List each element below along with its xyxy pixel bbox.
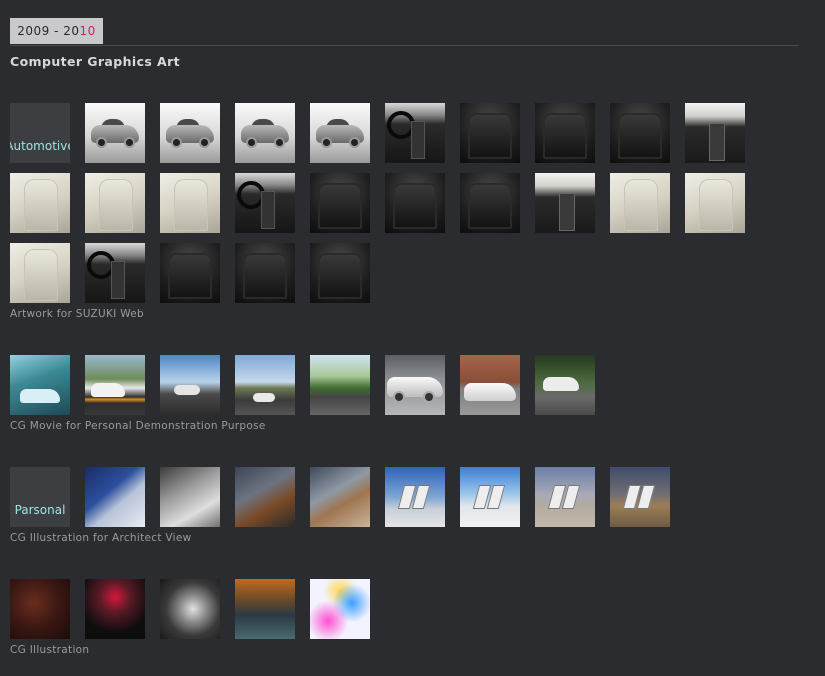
thumbnail[interactable] — [385, 173, 445, 233]
year-prefix: 2009 - 20 — [17, 24, 80, 38]
thumbnail[interactable] — [310, 355, 370, 415]
thumbnail[interactable] — [235, 103, 295, 163]
thumbnail[interactable] — [160, 243, 220, 303]
thumbnail[interactable] — [385, 467, 445, 527]
thumbnail[interactable] — [10, 579, 70, 639]
thumbnail[interactable] — [535, 103, 595, 163]
thumbnail[interactable] — [10, 243, 70, 303]
thumbnail[interactable] — [460, 103, 520, 163]
thumbnail[interactable] — [235, 579, 295, 639]
thumbnail[interactable] — [685, 173, 745, 233]
thumbnail[interactable] — [535, 355, 595, 415]
thumbnail[interactable] — [85, 467, 145, 527]
thumbnail[interactable] — [160, 579, 220, 639]
thumbnail[interactable] — [535, 467, 595, 527]
thumbnail[interactable] — [385, 103, 445, 163]
thumbnail[interactable] — [460, 467, 520, 527]
thumbnail[interactable] — [385, 355, 445, 415]
thumbnail[interactable] — [535, 173, 595, 233]
thumbnail[interactable] — [160, 355, 220, 415]
thumbnail[interactable] — [85, 579, 145, 639]
thumbnail[interactable] — [310, 243, 370, 303]
header-divider — [10, 45, 799, 46]
caption-cg-movie: CG Movie for Personal Demonstration Purp… — [10, 420, 266, 432]
caption-cg-illustration: CG Illustration — [10, 644, 90, 656]
category-label-automotive[interactable]: Automotive — [10, 103, 70, 163]
thumbnail[interactable] — [685, 103, 745, 163]
category-label-parsonal[interactable]: Parsonal — [10, 467, 70, 527]
thumbnail[interactable] — [10, 173, 70, 233]
thumbnail[interactable] — [235, 243, 295, 303]
page-title: Computer Graphics Art — [10, 54, 181, 69]
thumbnail[interactable] — [310, 579, 370, 639]
thumbnail[interactable] — [460, 355, 520, 415]
thumbnail[interactable] — [85, 103, 145, 163]
caption-parsonal: CG Illustration for Architect View — [10, 532, 192, 544]
thumbnail[interactable] — [610, 173, 670, 233]
thumbnail[interactable] — [160, 467, 220, 527]
year-tab[interactable]: 2009 - 2010 — [10, 18, 103, 44]
thumbnail[interactable] — [310, 173, 370, 233]
thumbnail[interactable] — [85, 243, 145, 303]
thumbnail[interactable] — [610, 103, 670, 163]
thumbnail[interactable] — [85, 173, 145, 233]
thumbnail[interactable] — [235, 173, 295, 233]
year-suffix: 10 — [79, 24, 96, 38]
thumbnail[interactable] — [160, 173, 220, 233]
thumbnail[interactable] — [235, 467, 295, 527]
thumbnail[interactable] — [310, 103, 370, 163]
thumbnail[interactable] — [460, 173, 520, 233]
thumbnail[interactable] — [85, 355, 145, 415]
thumbnail[interactable] — [310, 467, 370, 527]
thumbnail[interactable] — [610, 467, 670, 527]
thumbnail[interactable] — [10, 355, 70, 415]
thumbnail[interactable] — [160, 103, 220, 163]
caption-automotive: Artwork for SUZUKI Web — [10, 308, 144, 320]
thumbnail[interactable] — [235, 355, 295, 415]
